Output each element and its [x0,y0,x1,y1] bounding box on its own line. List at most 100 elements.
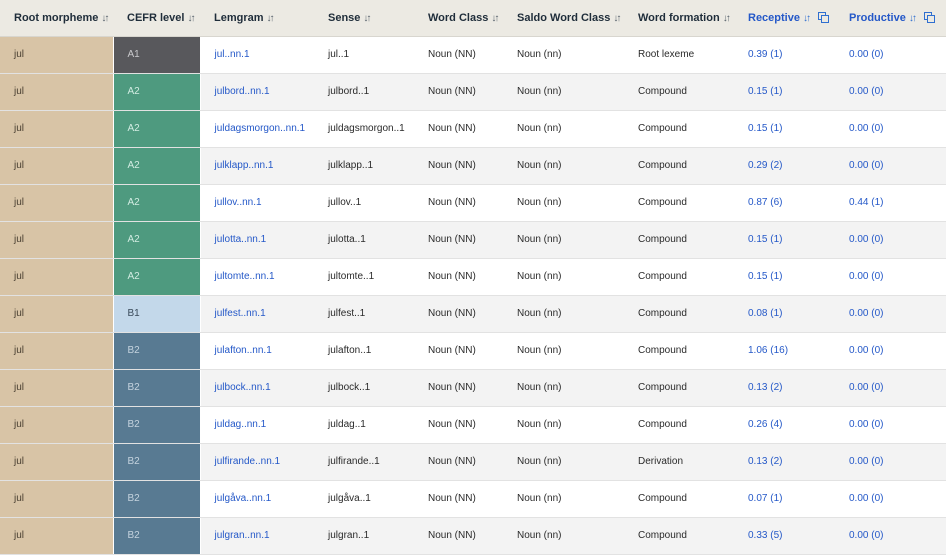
sort-icon[interactable]: ↓↑ [491,13,499,24]
column-header-cefr-level[interactable]: CEFR level ↓↑ [113,0,200,37]
sense-cell: julgåva..1 [314,480,414,518]
saldo-word-class-cell: Noun (nn) [503,517,624,555]
saldo-word-class-cell: Noun (nn) [503,332,624,370]
receptive-link[interactable]: 0.08 (1) [734,295,835,333]
receptive-link[interactable]: 0.15 (1) [734,110,835,148]
sort-icon[interactable]: ↓↑ [723,13,731,24]
receptive-link[interactable]: 0.87 (6) [734,184,835,222]
word-class-cell: Noun (NN) [414,406,503,444]
productive-link[interactable]: 0.00 (0) [835,295,946,333]
productive-link[interactable]: 0.44 (1) [835,184,946,222]
receptive-link[interactable]: 0.13 (2) [734,443,835,481]
productive-link[interactable]: 0.00 (0) [835,406,946,444]
receptive-link[interactable]: 0.15 (1) [734,221,835,259]
lemgram-link[interactable]: julgåva..nn.1 [200,480,314,518]
table-row: jul B2 julgran..nn.1 julgran..1 Noun (NN) Nou… [0,517,946,555]
receptive-link[interactable]: 0.13 (2) [734,369,835,407]
saldo-word-class-cell: Noun (nn) [503,184,624,222]
receptive-link[interactable]: 0.07 (1) [734,480,835,518]
saldo-word-class-cell: Noun (nn) [503,258,624,296]
column-header-lemgram[interactable]: Lemgram ↓↑ [200,0,314,37]
table-row: jul B2 julfirande..nn.1 julfirande..1 Noun (… [0,443,946,481]
sort-icon[interactable]: ↓↑ [363,13,371,24]
sort-icon[interactable]: ↓↑ [267,13,275,24]
sense-cell: julafton..1 [314,332,414,370]
sort-icon[interactable]: ↓↑ [803,13,811,24]
productive-link[interactable]: 0.00 (0) [835,443,946,481]
column-header-saldo-word-class[interactable]: Saldo Word Class ↓↑ [503,0,624,37]
cefr-level-cell: B2 [113,406,201,444]
column-header-root-morpheme[interactable]: Root morpheme ↓↑ [0,0,113,37]
cefr-level-cell: A2 [113,258,201,296]
root-morpheme-cell: jul [0,184,114,222]
sort-icon[interactable]: ↓↑ [909,13,917,24]
receptive-link[interactable]: 0.29 (2) [734,147,835,185]
table-row: jul A2 julklapp..nn.1 julklapp..1 Noun (NN) N… [0,147,946,185]
productive-link[interactable]: 0.00 (0) [835,221,946,259]
receptive-link[interactable]: 0.39 (1) [734,36,835,74]
lemgram-link[interactable]: julfirande..nn.1 [200,443,314,481]
cefr-level-cell: B2 [113,480,201,518]
sense-cell: juldag..1 [314,406,414,444]
lemgram-link[interactable]: julbord..nn.1 [200,73,314,111]
productive-link[interactable]: 0.00 (0) [835,480,946,518]
sort-icon[interactable]: ↓↑ [187,13,195,24]
sort-icon[interactable]: ↓↑ [101,13,109,24]
productive-link[interactable]: 0.00 (0) [835,36,946,74]
lemgram-link[interactable]: julgran..nn.1 [200,517,314,555]
sense-cell: julfirande..1 [314,443,414,481]
lemgram-link[interactable]: julfest..nn.1 [200,295,314,333]
column-header-label: CEFR level [127,11,185,24]
cefr-level-cell: B1 [113,295,201,333]
lemgram-link[interactable]: julklapp..nn.1 [200,147,314,185]
column-header-productive[interactable]: Productive ↓↑ [835,0,946,37]
column-header-receptive[interactable]: Receptive ↓↑ [734,0,835,37]
lemgram-link[interactable]: julotta..nn.1 [200,221,314,259]
receptive-link[interactable]: 1.06 (16) [734,332,835,370]
word-formation-cell: Compound [624,73,734,111]
sense-cell: jultomte..1 [314,258,414,296]
productive-link[interactable]: 0.00 (0) [835,517,946,555]
productive-link[interactable]: 0.00 (0) [835,110,946,148]
copy-icon[interactable] [923,11,935,23]
column-header-word-formation[interactable]: Word formation ↓↑ [624,0,734,37]
root-morpheme-cell: jul [0,147,114,185]
receptive-link[interactable]: 0.26 (4) [734,406,835,444]
sense-cell: julbock..1 [314,369,414,407]
copy-icon[interactable] [817,11,829,23]
lemgram-link[interactable]: juldag..nn.1 [200,406,314,444]
lemgram-link[interactable]: jultomte..nn.1 [200,258,314,296]
sense-cell: julotta..1 [314,221,414,259]
word-class-cell: Noun (NN) [414,369,503,407]
lemgram-link[interactable]: julbock..nn.1 [200,369,314,407]
root-morpheme-cell: jul [0,480,114,518]
column-header-label: Word Class [428,11,489,24]
column-header-sense[interactable]: Sense ↓↑ [314,0,414,37]
column-header-label: Word formation [638,11,720,24]
productive-link[interactable]: 0.00 (0) [835,369,946,407]
lemgram-link[interactable]: julafton..nn.1 [200,332,314,370]
root-morpheme-cell: jul [0,369,114,407]
productive-link[interactable]: 0.00 (0) [835,73,946,111]
saldo-word-class-cell: Noun (nn) [503,443,624,481]
productive-link[interactable]: 0.00 (0) [835,147,946,185]
receptive-link[interactable]: 0.15 (1) [734,73,835,111]
productive-link[interactable]: 0.00 (0) [835,332,946,370]
sense-cell: juldagsmorgon..1 [314,110,414,148]
root-morpheme-cell: jul [0,517,114,555]
word-class-cell: Noun (NN) [414,480,503,518]
lexicon-table: Root morpheme ↓↑ CEFR level ↓↑ Lemgram ↓↑ S… [0,0,946,555]
word-formation-cell: Compound [624,110,734,148]
lemgram-link[interactable]: jullov..nn.1 [200,184,314,222]
table-row: jul A1 jul..nn.1 jul..1 Noun (NN) Noun (nn) Ro… [0,36,946,74]
receptive-link[interactable]: 0.33 (5) [734,517,835,555]
lemgram-link[interactable]: jul..nn.1 [200,36,314,74]
receptive-link[interactable]: 0.15 (1) [734,258,835,296]
column-header-word-class[interactable]: Word Class ↓↑ [414,0,503,37]
column-header-label: Saldo Word Class [517,11,611,24]
word-formation-cell: Compound [624,295,734,333]
sense-cell: julfest..1 [314,295,414,333]
sort-icon[interactable]: ↓↑ [613,13,621,24]
lemgram-link[interactable]: juldagsmorgon..nn.1 [200,110,314,148]
productive-link[interactable]: 0.00 (0) [835,258,946,296]
